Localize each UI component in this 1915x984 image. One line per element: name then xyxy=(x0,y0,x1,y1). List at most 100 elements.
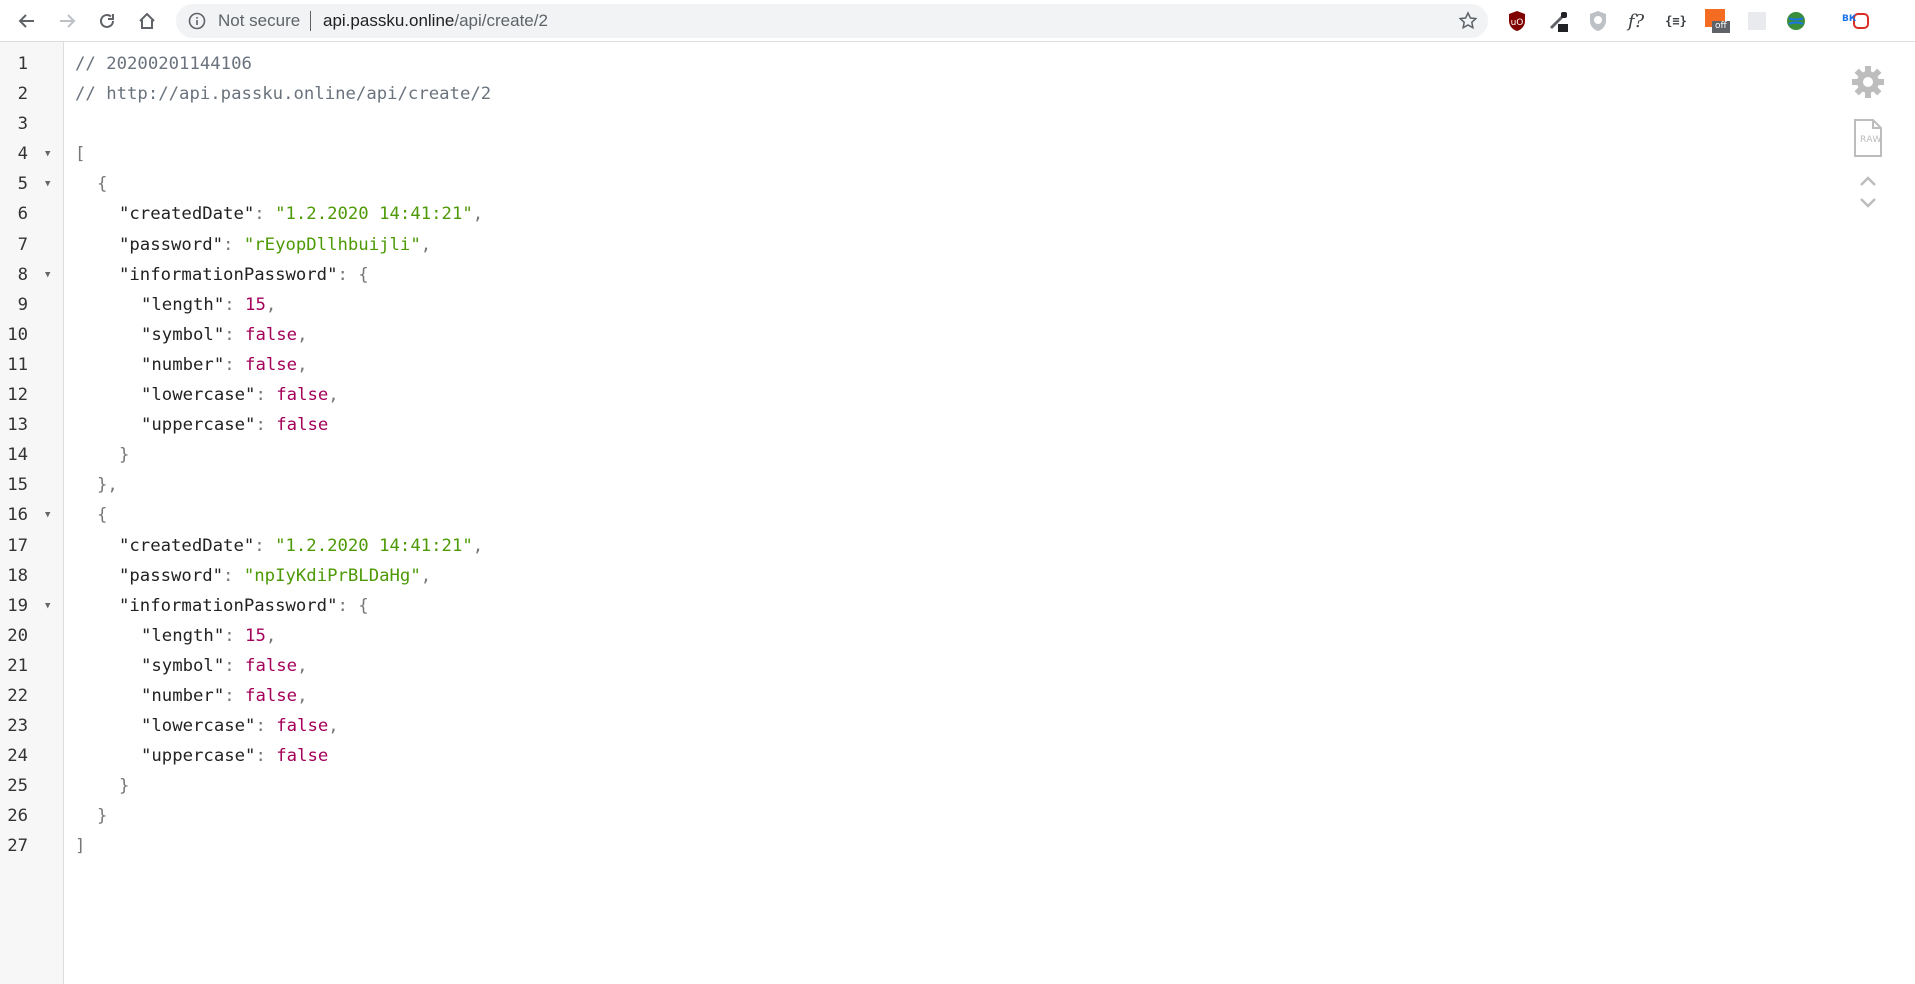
url-path: /api/create/2 xyxy=(454,11,548,30)
token-bool: false xyxy=(245,655,298,676)
reload-icon xyxy=(100,13,114,28)
chevron-down-icon xyxy=(1860,198,1876,208)
token-punc: , xyxy=(297,655,308,676)
code-line: 12 "lowercase": false, xyxy=(0,380,1800,410)
token-key: "createdDate" xyxy=(119,204,255,225)
vk-extension-icon[interactable]: ВК xyxy=(1840,8,1870,34)
fold-toggle-icon[interactable]: ▼ xyxy=(45,260,50,290)
line-number: 2 xyxy=(17,84,28,105)
token-punc: , xyxy=(420,234,432,255)
token-num: 15 xyxy=(245,294,266,315)
token-str: "1.2.2020 14:41:21" xyxy=(275,535,473,556)
line-number: 22 xyxy=(7,685,28,706)
code-line: 8 ▼ "informationPassword": { xyxy=(0,260,1800,290)
token-punc: { xyxy=(97,174,108,195)
forward-button[interactable] xyxy=(52,6,82,36)
token-bool: false xyxy=(276,385,329,406)
browser-toolbar: Not secure api.passku.online/api/create/… xyxy=(0,0,1915,42)
off-extension-icon[interactable]: off xyxy=(1704,8,1730,34)
code-line: 5 ▼ { xyxy=(0,169,1800,199)
code-text: "createdDate": "1.2.2020 14:41:21", xyxy=(119,199,483,229)
token-punc: : xyxy=(254,535,276,556)
expand-all-button[interactable] xyxy=(1848,196,1888,210)
token-punc: , xyxy=(297,685,308,706)
code-line: 7 "password": "rEyopDllhbuijli", xyxy=(0,230,1800,260)
token-bool: false xyxy=(245,354,298,375)
token-punc: : xyxy=(255,415,277,436)
code-text: "informationPassword": { xyxy=(119,260,369,290)
line-number: 4 xyxy=(17,144,28,165)
json-code-view: 1 // 20200201144106 2 // http://api.passku.… xyxy=(0,49,1800,862)
line-number: 12 xyxy=(7,385,28,406)
gear-icon xyxy=(1852,66,1884,98)
token-key: "number" xyxy=(141,354,225,375)
info-icon[interactable] xyxy=(188,12,206,30)
fold-toggle-icon[interactable]: ▼ xyxy=(45,591,50,621)
off-badge: off xyxy=(1715,21,1727,31)
code-text: "symbol": false, xyxy=(141,320,307,350)
token-bool: false xyxy=(276,716,329,737)
home-button[interactable] xyxy=(132,6,162,36)
token-punc: : xyxy=(224,354,246,375)
token-punc: : { xyxy=(337,264,369,285)
line-number: 14 xyxy=(7,445,28,466)
code-line: 16 ▼ { xyxy=(0,500,1800,530)
code-text: "createdDate": "1.2.2020 14:41:21", xyxy=(119,531,483,561)
code-line: 20 "length": 15, xyxy=(0,621,1800,651)
fold-toggle-icon[interactable]: ▼ xyxy=(45,139,50,169)
address-bar[interactable]: Not secure api.passku.online/api/create/… xyxy=(176,4,1488,38)
code-text: "length": 15, xyxy=(141,290,276,320)
token-punc: } xyxy=(119,776,130,797)
json-viewer-icon[interactable]: {≡} xyxy=(1663,8,1689,34)
security-status-label[interactable]: Not secure xyxy=(218,11,300,31)
line-number: 20 xyxy=(7,625,28,646)
token-str: "npIyKdiPrBLDaHg" xyxy=(243,565,421,586)
code-text: "number": false, xyxy=(141,350,307,380)
code-text: } xyxy=(119,771,129,801)
token-punc: : xyxy=(224,625,246,646)
token-num: 15 xyxy=(245,625,266,646)
token-punc: : { xyxy=(337,595,369,616)
token-bool: false xyxy=(276,746,329,767)
line-number: 15 xyxy=(7,475,28,496)
token-key: "lowercase" xyxy=(141,385,256,406)
fold-toggle-icon[interactable]: ▼ xyxy=(45,500,50,530)
token-punc: , xyxy=(297,324,308,345)
back-button[interactable] xyxy=(12,6,42,36)
code-text: }, xyxy=(97,470,118,500)
omnibox-separator xyxy=(310,11,311,31)
token-key: "length" xyxy=(141,294,225,315)
shield-icon[interactable] xyxy=(1585,8,1611,34)
token-punc: , xyxy=(472,535,484,556)
code-line: 13 "uppercase": false xyxy=(0,410,1800,440)
line-number: 26 xyxy=(7,806,28,827)
code-line: 3 xyxy=(0,109,1800,139)
eyedropper-icon[interactable] xyxy=(1545,8,1571,34)
code-text: } xyxy=(119,440,129,470)
token-punc: : xyxy=(254,204,276,225)
bookmark-star-icon[interactable] xyxy=(1458,11,1478,31)
code-line: 6 "createdDate": "1.2.2020 14:41:21", xyxy=(0,199,1800,229)
url-text[interactable]: api.passku.online/api/create/2 xyxy=(323,11,548,31)
token-punc: , xyxy=(328,385,339,406)
line-number: 10 xyxy=(7,324,28,345)
token-key: "symbol" xyxy=(141,655,225,676)
blank-extension-icon[interactable] xyxy=(1744,8,1770,34)
reload-button[interactable] xyxy=(92,6,122,36)
url-host: api.passku.online xyxy=(323,11,455,30)
settings-button[interactable] xyxy=(1848,64,1888,100)
line-number: 1 xyxy=(17,54,28,74)
globe-extension-icon[interactable] xyxy=(1783,8,1809,34)
token-punc: , xyxy=(265,625,277,646)
font-finder-icon[interactable]: f? xyxy=(1623,8,1649,34)
code-text: "password": "rEyopDllhbuijli", xyxy=(119,230,431,260)
token-punc: ] xyxy=(75,836,86,857)
raw-view-button[interactable]: RAW xyxy=(1848,118,1888,158)
collapse-all-button[interactable] xyxy=(1848,174,1888,188)
token-key: "informationPassword" xyxy=(119,595,338,616)
code-text: { xyxy=(97,169,107,199)
fold-toggle-icon[interactable]: ▼ xyxy=(45,169,50,199)
token-punc: : xyxy=(255,716,277,737)
line-number: 23 xyxy=(7,716,28,737)
ublock-icon[interactable]: uO xyxy=(1504,8,1530,34)
